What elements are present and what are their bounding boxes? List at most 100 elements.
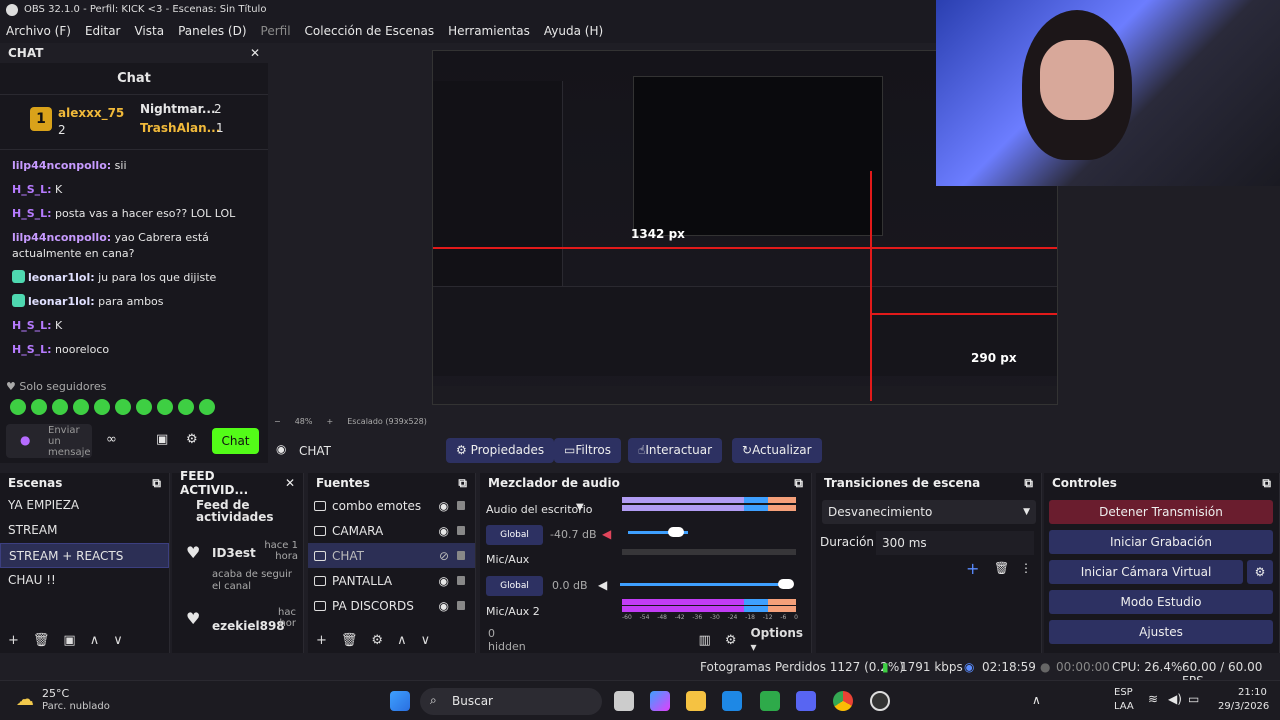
undock-icon[interactable]: ⧉ bbox=[1024, 476, 1033, 491]
keyboard-layout[interactable]: LAA bbox=[1114, 701, 1134, 712]
source-item[interactable]: PA DISCORDS ◉ bbox=[308, 593, 475, 618]
layout-icon[interactable]: ▥ bbox=[699, 633, 711, 648]
battery-icon[interactable]: ▭ bbox=[1188, 692, 1199, 706]
sources-footer: + 🗑 ⚙ ∧ ∨ bbox=[308, 627, 475, 653]
menu-file[interactable]: Archivo (F) bbox=[6, 24, 71, 38]
volume-slider-handle[interactable] bbox=[778, 579, 794, 589]
undock-icon[interactable]: ⧉ bbox=[152, 476, 161, 491]
file-explorer-icon[interactable] bbox=[686, 691, 706, 711]
refresh-button[interactable]: ↻Actualizar bbox=[732, 438, 822, 463]
app-icon[interactable] bbox=[722, 691, 742, 711]
chrome-icon[interactable] bbox=[833, 691, 853, 711]
volume-slider-handle[interactable] bbox=[668, 527, 684, 537]
interact-button[interactable]: ☝Interactuar bbox=[628, 438, 723, 463]
add-icon[interactable]: + bbox=[966, 559, 979, 578]
source-item-selected[interactable]: CHAT ⊘ bbox=[308, 543, 475, 568]
chat-input[interactable]: ● Enviar un mensaje bbox=[6, 424, 92, 458]
duration-spinbox[interactable]: 300 ms bbox=[876, 531, 1034, 555]
wifi-icon[interactable]: ≋ bbox=[1148, 692, 1158, 706]
scene-item[interactable]: STREAM bbox=[0, 518, 169, 543]
store-icon[interactable]: ▣ bbox=[156, 432, 168, 447]
menu-edit[interactable]: Editar bbox=[85, 24, 121, 38]
emote-icon[interactable] bbox=[52, 399, 68, 415]
volume-icon[interactable]: ◀) bbox=[1168, 692, 1182, 706]
chevron-down-icon[interactable]: ∨ bbox=[421, 633, 431, 648]
studio-mode-button[interactable]: Modo Estudio bbox=[1049, 590, 1273, 614]
source-item[interactable]: CAMARA ◉ bbox=[308, 518, 475, 543]
clock-date[interactable]: 29/3/2026 bbox=[1218, 701, 1269, 712]
volume-slider[interactable] bbox=[620, 583, 790, 586]
task-view-icon[interactable] bbox=[614, 691, 634, 711]
gear-icon[interactable]: ⚙ bbox=[1247, 560, 1273, 584]
windows-start-icon[interactable] bbox=[390, 691, 410, 711]
chat-send-button[interactable]: Chat bbox=[212, 428, 259, 454]
menu-tools[interactable]: Herramientas bbox=[448, 24, 530, 38]
muted-speaker-icon[interactable]: ◀ bbox=[602, 527, 611, 541]
menu-scene-collection[interactable]: Colección de Escenas bbox=[305, 24, 435, 38]
start-recording-button[interactable]: Iniciar Grabación bbox=[1049, 530, 1273, 554]
speaker-icon[interactable]: ◀ bbox=[598, 578, 607, 592]
emote-icon[interactable] bbox=[136, 399, 152, 415]
zoom-out-icon[interactable]: − bbox=[274, 417, 281, 426]
emote-icon[interactable] bbox=[94, 399, 110, 415]
chevron-up-icon[interactable]: ∧ bbox=[90, 633, 100, 648]
zoom-in-icon[interactable]: + bbox=[326, 417, 333, 426]
global-button[interactable]: Global bbox=[486, 576, 543, 596]
obs-taskbar-icon[interactable] bbox=[870, 691, 890, 711]
trash-icon[interactable]: 🗑 bbox=[33, 633, 50, 648]
chevron-down-icon[interactable]: ▼ bbox=[576, 502, 584, 513]
menu-view[interactable]: Vista bbox=[134, 24, 164, 38]
emote-icon[interactable] bbox=[178, 399, 194, 415]
chevron-up-icon[interactable]: ∧ bbox=[1032, 693, 1041, 707]
gear-icon[interactable]: ⚙ bbox=[186, 432, 198, 447]
scene-item-selected[interactable]: STREAM + REACTS bbox=[0, 543, 169, 568]
transition-select[interactable]: Desvanecimiento ▼ bbox=[822, 500, 1036, 524]
settings-button[interactable]: Ajustes bbox=[1049, 620, 1273, 644]
options-button[interactable]: Options ▾ bbox=[750, 626, 811, 654]
global-button[interactable]: Global bbox=[486, 525, 543, 545]
source-item[interactable]: combo emotes ◉ bbox=[308, 493, 475, 518]
source-item[interactable]: PANTALLA ◉ bbox=[308, 568, 475, 593]
trash-icon[interactable]: 🗑 bbox=[994, 561, 1009, 575]
emote-icon[interactable] bbox=[115, 399, 131, 415]
emote-icon[interactable] bbox=[10, 399, 26, 415]
add-icon[interactable]: + bbox=[8, 633, 19, 648]
properties-button[interactable]: ⚙ Propiedades bbox=[446, 438, 555, 463]
language[interactable]: ESP bbox=[1114, 687, 1133, 698]
emote-picker-icon[interactable]: ∞ bbox=[106, 432, 117, 447]
emote-icon[interactable] bbox=[73, 399, 89, 415]
undock-icon[interactable]: ⧉ bbox=[458, 476, 467, 491]
emote-icon[interactable] bbox=[31, 399, 47, 415]
followers-only-notice: ♥ Solo seguidores bbox=[6, 380, 107, 393]
mic-icon[interactable]: ● bbox=[20, 433, 30, 447]
virtual-camera-button[interactable]: Iniciar Cámara Virtual bbox=[1049, 560, 1243, 584]
spreadsheet-icon[interactable] bbox=[760, 691, 780, 711]
window-icon bbox=[314, 600, 326, 611]
add-icon[interactable]: + bbox=[316, 633, 327, 648]
emote-icon[interactable] bbox=[157, 399, 173, 415]
weather-icon[interactable]: ☁ bbox=[16, 689, 34, 710]
taskbar-search[interactable]: ⌕ Buscar bbox=[420, 688, 602, 715]
gear-icon[interactable]: ⚙ bbox=[371, 633, 383, 648]
mixer-settings-icon[interactable]: ⚙ bbox=[725, 633, 737, 648]
chevron-up-icon[interactable]: ∧ bbox=[397, 633, 407, 648]
menu-profile[interactable]: Perfil bbox=[261, 24, 291, 38]
emote-icon[interactable] bbox=[199, 399, 215, 415]
trash-icon[interactable]: 🗑 bbox=[341, 633, 358, 648]
close-icon[interactable]: ✕ bbox=[285, 476, 295, 490]
chevron-down-icon[interactable]: ∨ bbox=[113, 633, 123, 648]
stop-stream-button[interactable]: Detener Transmisión bbox=[1049, 500, 1273, 524]
undock-icon[interactable]: ⧉ bbox=[794, 476, 803, 491]
clock-time[interactable]: 21:10 bbox=[1238, 687, 1267, 698]
filter-icon[interactable]: ▣ bbox=[63, 633, 75, 648]
undock-icon[interactable]: ⧉ bbox=[1262, 476, 1271, 491]
copilot-icon[interactable] bbox=[650, 691, 670, 711]
scene-item[interactable]: YA EMPIEZA bbox=[0, 493, 169, 518]
menu-help[interactable]: Ayuda (H) bbox=[544, 24, 603, 38]
menu-docks[interactable]: Paneles (D) bbox=[178, 24, 246, 38]
more-icon[interactable]: ⋮ bbox=[1020, 561, 1032, 575]
filters-button[interactable]: ▭Filtros bbox=[554, 438, 622, 463]
discord-icon[interactable] bbox=[796, 691, 816, 711]
scene-item[interactable]: CHAU !! bbox=[0, 568, 169, 593]
close-icon[interactable]: ✕ bbox=[250, 46, 260, 60]
